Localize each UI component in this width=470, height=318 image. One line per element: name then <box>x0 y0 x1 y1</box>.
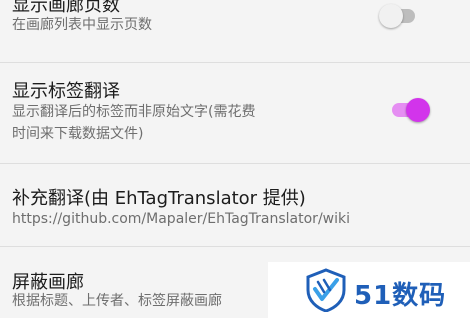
pref-summary-line2: 时间来下载数据文件) <box>12 126 144 142</box>
pref-summary-line1: 显示翻译后的标签而非原始文字(需花费 <box>12 104 256 120</box>
pref-summary: 根据标题、上传者、标签屏蔽画廊 <box>12 293 222 309</box>
pref-show-tag-translation[interactable]: 显示标签翻译 显示翻译后的标签而非原始文字(需花费 时间来下载数据文件) <box>0 63 470 163</box>
pref-supplement-translation[interactable]: 补充翻译(由 EhTagTranslator 提供) https://githu… <box>0 164 470 246</box>
switch-thumb <box>379 4 403 28</box>
pref-summary: 在画廊列表中显示页数 <box>12 17 152 33</box>
switch-thumb <box>406 98 430 122</box>
pref-title: 显示标签翻译 <box>12 81 120 102</box>
shield-logo-icon <box>306 268 346 312</box>
watermark: 51数码 <box>268 262 470 318</box>
pref-summary-link: https://github.com/Mapaler/EhTagTranslat… <box>12 211 350 227</box>
show-gallery-pages-switch[interactable] <box>379 0 419 34</box>
watermark-text: 51数码 <box>354 281 447 311</box>
show-tag-translation-switch[interactable] <box>388 92 430 128</box>
settings-screen: 显示画廊页数 在画廊列表中显示页数 显示标签翻译 显示翻译后的标签而非原始文字(… <box>0 0 470 318</box>
pref-title: 补充翻译(由 EhTagTranslator 提供) <box>12 188 306 209</box>
pref-show-gallery-pages[interactable]: 显示画廊页数 在画廊列表中显示页数 <box>0 0 470 62</box>
